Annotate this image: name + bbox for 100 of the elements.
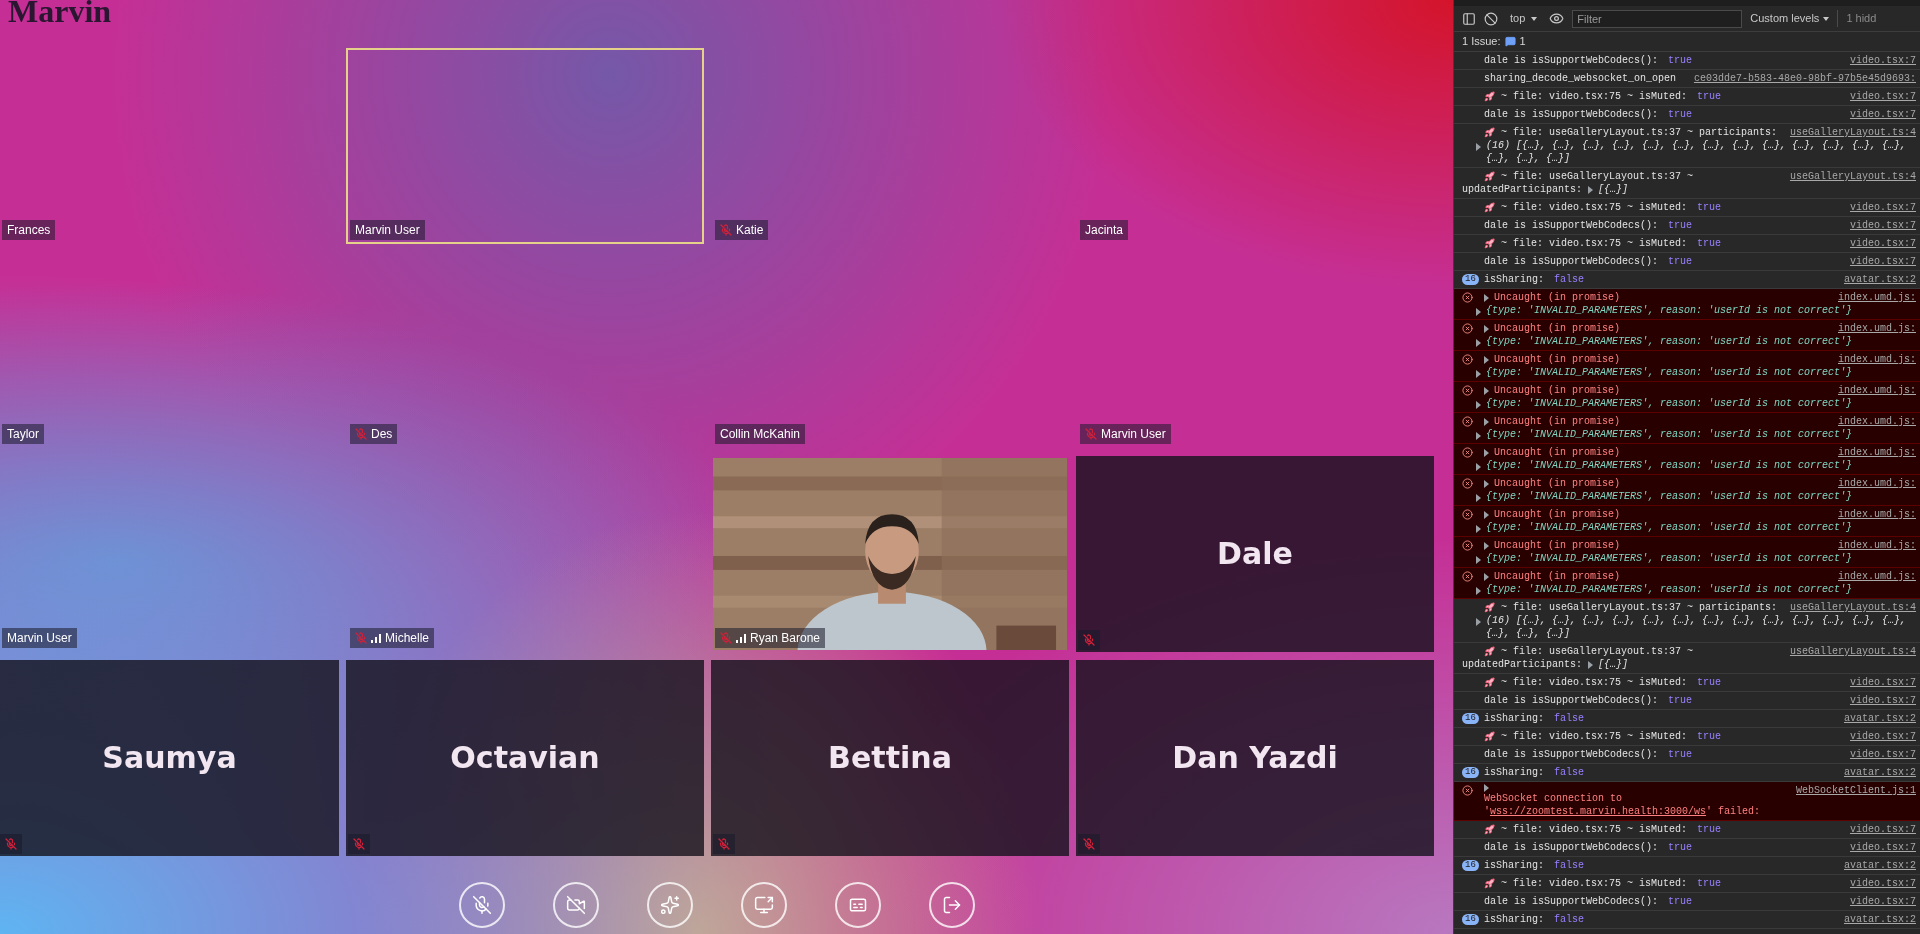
captions-icon	[847, 895, 868, 915]
call-control-button[interactable]	[740, 882, 787, 928]
source-link[interactable]: video.tsx:7	[1850, 823, 1916, 836]
value-text: true	[1697, 90, 1722, 103]
rocket-icon	[1484, 646, 1495, 657]
expand-arrow-icon[interactable]	[1484, 784, 1489, 792]
object-preview[interactable]: {type: 'INVALID_PARAMETERS', reason: 'userId is not correct'}	[1486, 366, 1853, 379]
source-link[interactable]: useGalleryLayout.ts:4	[1789, 126, 1916, 139]
hidden-count: 1 hidd	[1837, 10, 1877, 27]
source-link[interactable]: video.tsx:7	[1850, 748, 1916, 761]
message-text: dale is isSupportWebCodecs():	[1484, 54, 1659, 67]
source-link[interactable]: video.tsx:7	[1850, 237, 1916, 250]
call-control-button[interactable]	[834, 882, 881, 928]
source-link[interactable]: video.tsx:7	[1850, 54, 1916, 67]
object-preview[interactable]: {type: 'INVALID_PARAMETERS', reason: 'userId is not correct'}	[1486, 552, 1853, 565]
source-link[interactable]: index.umd.js:	[1838, 508, 1916, 521]
object-preview[interactable]: {type: 'INVALID_PARAMETERS', reason: 'userId is not correct'}	[1486, 521, 1853, 534]
value-text: true	[1668, 748, 1693, 761]
source-link[interactable]: avatar.tsx:2	[1844, 859, 1916, 872]
message-text: ~ file: video.tsx:75 ~ isMuted:	[1501, 730, 1688, 743]
context-dropdown[interactable]: top	[1506, 10, 1542, 27]
object-preview[interactable]: {type: 'INVALID_PARAMETERS', reason: 'userId is not correct'}	[1486, 459, 1853, 472]
source-link[interactable]: video.tsx:7	[1850, 694, 1916, 707]
source-link[interactable]: index.umd.js:	[1838, 291, 1916, 304]
call-control-button[interactable]	[458, 882, 505, 928]
source-link[interactable]: avatar.tsx:2	[1844, 273, 1916, 286]
source-link[interactable]: video.tsx:7	[1850, 201, 1916, 214]
error-icon	[1462, 385, 1473, 396]
source-link[interactable]: video.tsx:7	[1850, 676, 1916, 689]
repeat-count-badge: 16	[1462, 767, 1479, 778]
message-text: isSharing:	[1484, 273, 1544, 286]
value-text: true	[1697, 676, 1722, 689]
object-preview[interactable]: {type: 'INVALID_PARAMETERS', reason: 'userId is not correct'}	[1486, 428, 1853, 441]
object-preview[interactable]: {type: 'INVALID_PARAMETERS', reason: 'userId is not correct'}	[1486, 397, 1853, 410]
source-link[interactable]: video.tsx:7	[1850, 730, 1916, 743]
source-link[interactable]: video.tsx:7	[1850, 255, 1916, 268]
source-link[interactable]: avatar.tsx:2	[1844, 913, 1916, 926]
source-link[interactable]: index.umd.js:	[1838, 570, 1916, 583]
log-levels-dropdown[interactable]: Custom levels	[1750, 10, 1830, 27]
participant-name: Jacinta	[1085, 222, 1124, 239]
object-preview[interactable]: {type: 'INVALID_PARAMETERS', reason: 'userId is not correct'}	[1486, 335, 1853, 348]
source-link[interactable]: index.umd.js:	[1838, 539, 1916, 552]
expand-arrow-icon[interactable]	[1476, 618, 1481, 626]
source-link[interactable]: avatar.tsx:2	[1844, 766, 1916, 779]
source-link[interactable]: video.tsx:7	[1850, 877, 1916, 890]
object-preview[interactable]: {type: 'INVALID_PARAMETERS', reason: 'userId is not correct'}	[1486, 304, 1853, 317]
rocket-icon	[1484, 731, 1495, 742]
object-preview[interactable]: {type: 'INVALID_PARAMETERS', reason: 'userId is not correct'}	[1486, 583, 1853, 596]
message-text: Uncaught (in promise)	[1494, 384, 1621, 397]
object-preview[interactable]: (16) [{…}, {…}, {…}, {…}, {…}, {…}, {…}, {…}, {…}, {…}, {…}, {…}, {…}, {…}, {…}, {…}]	[1486, 139, 1916, 165]
sparkles-icon	[659, 895, 680, 915]
error-icon	[1462, 354, 1473, 365]
rocket-icon	[1484, 127, 1495, 138]
rocket-icon	[1484, 677, 1495, 688]
value-text: true	[1668, 895, 1693, 908]
rocket-icon	[1484, 878, 1495, 889]
source-link[interactable]: WebSocketClient.js:1	[1795, 784, 1916, 797]
source-link[interactable]: useGalleryLayout.ts:4	[1789, 645, 1916, 658]
caret-icon	[1823, 16, 1830, 21]
message-text: isSharing:	[1484, 712, 1544, 725]
call-control-button[interactable]	[928, 882, 975, 928]
message-text: Uncaught (in promise)	[1494, 477, 1621, 490]
source-link[interactable]: video.tsx:7	[1850, 90, 1916, 103]
expand-arrow-icon[interactable]	[1476, 143, 1481, 151]
rocket-icon	[1484, 171, 1495, 182]
value-text: true	[1668, 694, 1693, 707]
expand-arrow-icon[interactable]	[1588, 660, 1594, 669]
value-text[interactable]: [{…}]	[1598, 658, 1629, 671]
source-link[interactable]: index.umd.js:	[1838, 446, 1916, 459]
filter-field[interactable]: Filter	[1572, 9, 1743, 28]
error-icon	[1462, 447, 1473, 458]
source-link[interactable]: useGalleryLayout.ts:4	[1789, 170, 1916, 183]
object-preview[interactable]: (16) [{…}, {…}, {…}, {…}, {…}, {…}, {…}, {…}, {…}, {…}, {…}, {…}, {…}, {…}, {…}, {…}]	[1486, 614, 1916, 640]
source-link[interactable]: video.tsx:7	[1850, 841, 1916, 854]
clear-console-icon[interactable]	[1484, 11, 1498, 26]
expand-arrow-icon[interactable]	[1588, 185, 1594, 194]
message-text: ~ file: video.tsx:75 ~ isMuted:	[1501, 90, 1688, 103]
call-control-button[interactable]	[552, 882, 599, 928]
message-text: dale is isSupportWebCodecs():	[1484, 694, 1659, 707]
source-link[interactable]: video.tsx:7	[1850, 108, 1916, 121]
eye-icon[interactable]	[1549, 11, 1565, 26]
value-text: true	[1668, 54, 1693, 67]
object-preview[interactable]: {type: 'INVALID_PARAMETERS', reason: 'userId is not correct'}	[1486, 490, 1853, 503]
source-link[interactable]: useGalleryLayout.ts:4	[1789, 601, 1916, 614]
issues-button[interactable]: 1 Issue: 1	[1458, 33, 1530, 50]
url-link[interactable]: wss://zoomtest.marvin.health:3000/ws	[1490, 806, 1707, 817]
source-link[interactable]: index.umd.js:	[1838, 384, 1916, 397]
source-link[interactable]: index.umd.js:	[1838, 353, 1916, 366]
source-link[interactable]: video.tsx:7	[1850, 895, 1916, 908]
value-text: true	[1697, 237, 1722, 250]
source-link[interactable]: ce03dde7-b583-48e0-98bf-97b5e45d9693:	[1693, 72, 1916, 85]
source-link[interactable]: index.umd.js:	[1838, 322, 1916, 335]
message-text: dale is isSupportWebCodecs():	[1484, 841, 1659, 854]
source-link[interactable]: index.umd.js:	[1838, 477, 1916, 490]
message-text: ~ file: useGalleryLayout.ts:37 ~ participants:	[1501, 601, 1778, 614]
source-link[interactable]: video.tsx:7	[1850, 219, 1916, 232]
source-link[interactable]: index.umd.js:	[1838, 415, 1916, 428]
source-link[interactable]: avatar.tsx:2	[1844, 712, 1916, 725]
value-text[interactable]: [{…}]	[1598, 183, 1629, 196]
sidebar-icon[interactable]	[1462, 11, 1476, 26]
